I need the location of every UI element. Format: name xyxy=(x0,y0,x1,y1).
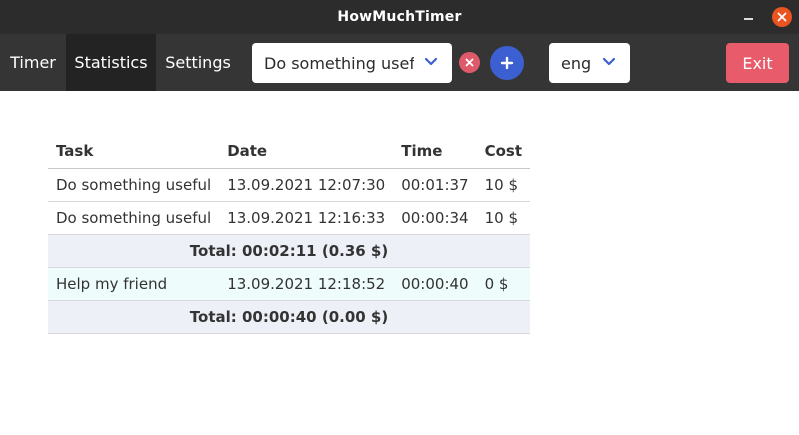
task-select-value: Do something useful xyxy=(264,53,414,73)
total-row: Total: 00:00:40 (0.00 $) xyxy=(48,300,531,334)
statistics-table: Task Date Time Cost Do something useful … xyxy=(48,135,531,334)
chevron-down-icon xyxy=(602,57,616,66)
clear-task-button[interactable] xyxy=(459,52,480,73)
language-select[interactable]: eng xyxy=(549,43,630,83)
chevron-down-icon xyxy=(424,57,438,66)
cell-task: Help my friend xyxy=(48,267,220,301)
minimize-icon[interactable] xyxy=(740,10,756,26)
table-row: Do something useful 13.09.2021 12:16:33 … xyxy=(48,201,531,235)
window-title: HowMuchTimer xyxy=(337,9,462,25)
tab-statistics[interactable]: Statistics xyxy=(66,34,156,91)
column-header-date: Date xyxy=(219,135,394,169)
close-window-button[interactable] xyxy=(772,7,792,27)
cell-cost: 10 $ xyxy=(476,201,531,235)
cell-date: 13.09.2021 12:16:33 xyxy=(219,201,394,235)
total-cell: Total: 00:02:11 (0.36 $) xyxy=(48,234,531,268)
cell-cost: 0 $ xyxy=(476,267,531,301)
cell-time: 00:01:37 xyxy=(393,168,477,202)
cell-date: 13.09.2021 12:07:30 xyxy=(219,168,394,202)
total-cell: Total: 00:00:40 (0.00 $) xyxy=(48,300,531,334)
close-icon xyxy=(465,58,474,67)
language-select-value: eng xyxy=(561,53,592,73)
column-header-time: Time xyxy=(393,135,477,169)
column-header-task: Task xyxy=(48,135,220,169)
exit-button[interactable]: Exit xyxy=(726,43,789,83)
tab-settings[interactable]: Settings xyxy=(156,34,240,91)
cell-time: 00:00:40 xyxy=(393,267,477,301)
cell-cost: 10 $ xyxy=(476,168,531,202)
close-icon xyxy=(777,12,787,22)
task-select[interactable]: Do something useful xyxy=(252,43,452,83)
table-row: Help my friend 13.09.2021 12:18:52 00:00… xyxy=(48,267,531,301)
toolbar: Timer Statistics Settings Do something u… xyxy=(0,34,799,91)
table-header-row: Task Date Time Cost xyxy=(48,135,531,169)
cell-time: 00:00:34 xyxy=(393,201,477,235)
cell-task: Do something useful xyxy=(48,168,220,202)
add-task-button[interactable] xyxy=(490,46,524,80)
cell-task: Do something useful xyxy=(48,201,220,235)
table-row: Do something useful 13.09.2021 12:07:30 … xyxy=(48,168,531,202)
tab-timer[interactable]: Timer xyxy=(0,34,66,91)
title-bar: HowMuchTimer xyxy=(0,0,799,34)
plus-icon xyxy=(500,56,514,70)
column-header-cost: Cost xyxy=(476,135,531,169)
total-row: Total: 00:02:11 (0.36 $) xyxy=(48,234,531,268)
cell-date: 13.09.2021 12:18:52 xyxy=(219,267,394,301)
